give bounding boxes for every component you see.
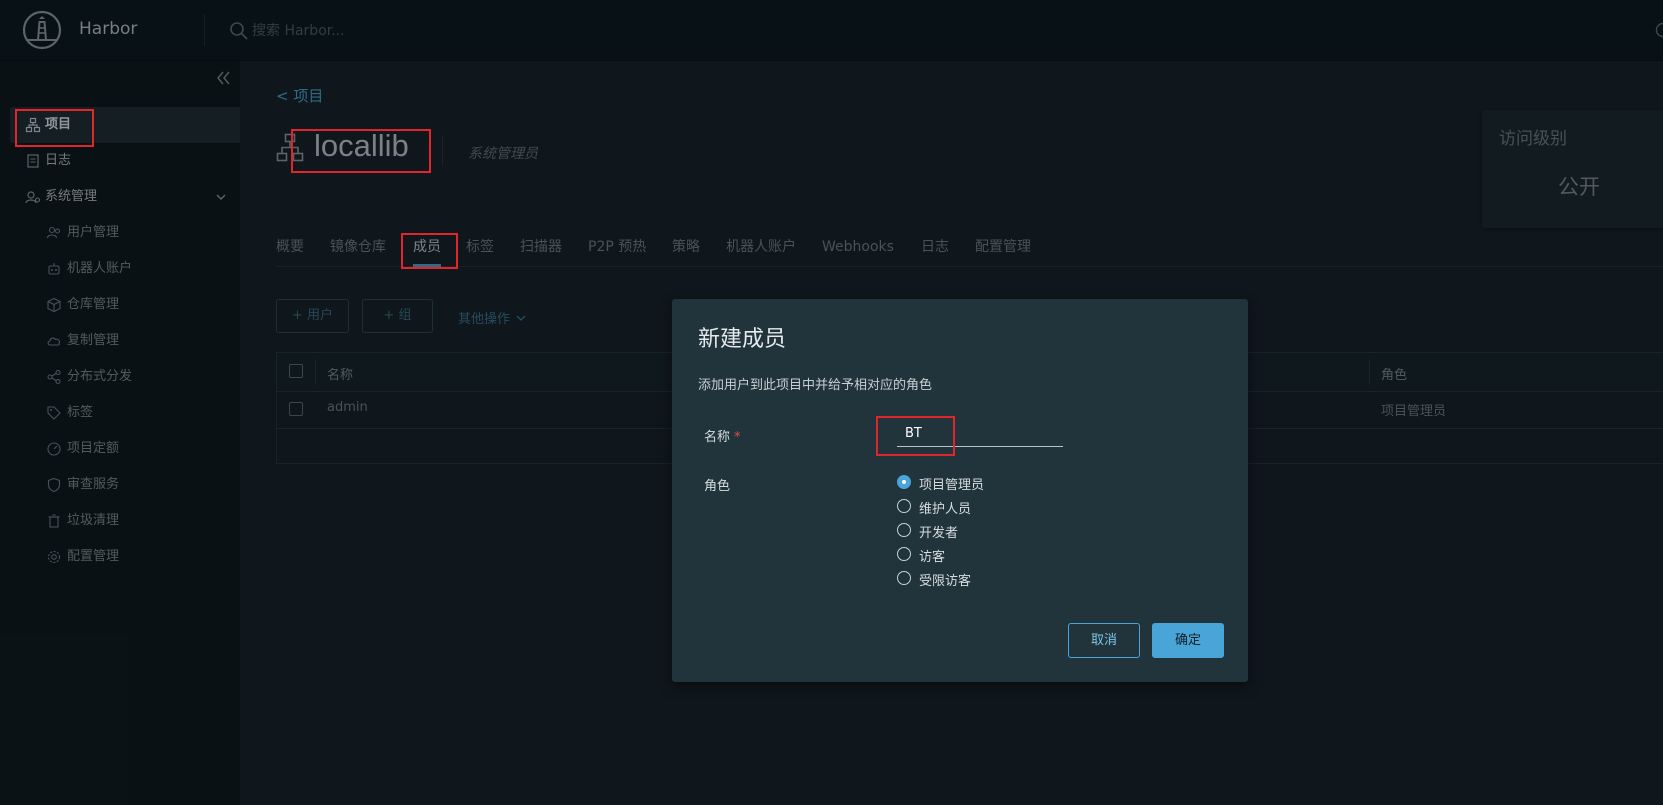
radio-circle (897, 523, 911, 537)
confirm-button[interactable]: 确定 (1152, 623, 1224, 658)
radio-circle (897, 475, 911, 489)
radio-label: 维护人员 (919, 502, 972, 517)
member-name-input[interactable] (897, 421, 1063, 447)
name-label-text: 名称 (704, 430, 731, 445)
role-label: 角色 (704, 479, 731, 494)
required-mark: * (734, 430, 741, 445)
radio-label: 项目管理员 (919, 478, 985, 493)
dialog-title: 新建成员 (698, 327, 787, 352)
radio-label: 访客 (919, 550, 946, 565)
cancel-button[interactable]: 取消 (1068, 623, 1140, 658)
radio-circle (897, 547, 911, 561)
radio-circle (897, 571, 911, 585)
radio-label: 受限访客 (919, 574, 972, 589)
radio-circle (897, 499, 911, 513)
radio-label: 开发者 (919, 526, 959, 541)
new-member-dialog: 新建成员 添加用户到此项目中并给予相对应的角色 名称* 角色 项目管理员 维护人… (672, 299, 1248, 682)
dialog-description: 添加用户到此项目中并给予相对应的角色 (698, 378, 933, 393)
name-label: 名称 * (704, 426, 741, 445)
